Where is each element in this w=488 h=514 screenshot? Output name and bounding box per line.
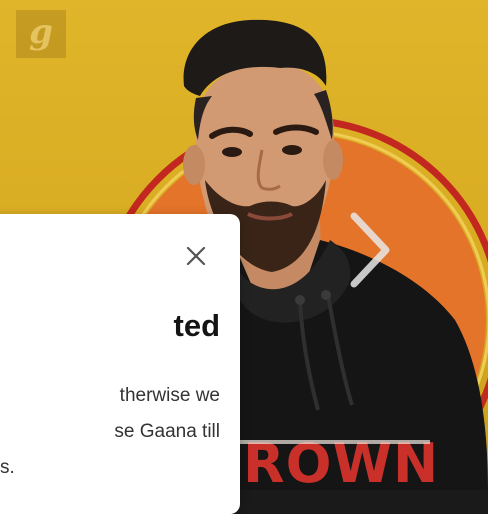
dialog-body-line-3: s. [0,457,15,478]
artist-ear-left [183,145,205,185]
info-dialog: ted therwise we se Gaana till s. [0,214,240,514]
dialog-title: ted [173,308,221,343]
dialog-body: therwise we se Gaana till s. [0,378,220,498]
close-icon[interactable] [184,244,208,268]
artist-ear-right [323,140,343,180]
gaana-logo-badge: g [16,10,66,58]
dialog-title-wrap: ted [0,304,221,348]
grommet-right [321,290,331,300]
artist-eye-left [222,147,242,157]
dialog-body-line-2: se Gaana till [114,421,220,442]
hoodie-print-outline [240,440,430,444]
gaana-logo-letter: g [29,12,53,52]
chevron-right-icon[interactable] [346,210,394,290]
artist-eye-right [282,145,302,155]
dialog-body-line-1: therwise we [119,385,220,406]
grommet-left [295,295,305,305]
